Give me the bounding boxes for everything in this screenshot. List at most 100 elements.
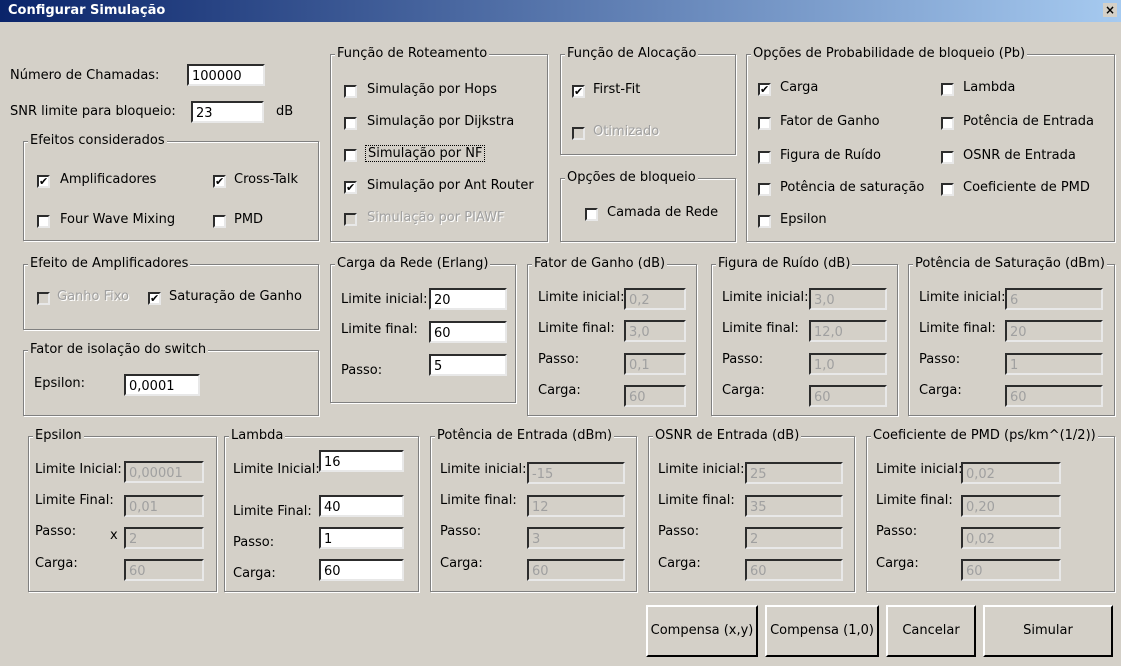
pot-sat-final-input[interactable]: 20	[1005, 320, 1103, 342]
prob-fator-ganho-label: Fator de Ganho	[780, 114, 880, 129]
figura-ruido-l2: Limite final:	[722, 321, 799, 336]
fator-ganho-passo-input[interactable]: 0,1	[624, 353, 686, 375]
snr-label: SNR limite para bloqueio:	[10, 104, 176, 119]
alocacao-title: Função de Alocação	[565, 46, 699, 61]
snr-input[interactable]: 23	[191, 101, 264, 123]
carga-rede-l2: Limite final:	[341, 322, 418, 337]
check-icon: ✔	[150, 292, 160, 305]
first-fit-checkbox[interactable]: ✔	[572, 85, 585, 98]
carga-rede-group: Carga da Rede (Erlang) Limite inicial: 2…	[330, 256, 516, 403]
isolacao-epsilon-input[interactable]: 0,0001	[124, 374, 200, 396]
figura-ruido-final-input[interactable]: 12,0	[809, 320, 887, 342]
osnr-passo-input[interactable]: 2	[745, 527, 843, 549]
close-icon[interactable]: ×	[1103, 3, 1117, 17]
figura-ruido-passo-input[interactable]: 1,0	[809, 353, 887, 375]
pot-sat-carga-input[interactable]: 60	[1005, 385, 1103, 407]
pot-entrada-final-input[interactable]: 12	[527, 495, 625, 517]
otimizado-checkbox	[572, 127, 585, 140]
window-title: Configurar Simulação	[8, 3, 166, 18]
epsilon-final-input[interactable]: 0,01	[124, 495, 204, 517]
lambda-l1: Limite Inicial:	[233, 462, 320, 477]
rot-dijkstra-label: Simulação por Dijkstra	[367, 114, 515, 129]
pmd-checkbox[interactable]	[213, 215, 226, 228]
cross-talk-checkbox[interactable]: ✔	[213, 175, 226, 188]
lambda-final-input[interactable]: 40	[319, 495, 404, 517]
pot-sat-inicial-input[interactable]: 6	[1005, 288, 1103, 310]
prob-title: Opções de Probabilidade de bloqueio (Pb)	[751, 46, 1028, 61]
epsilon-carga-input[interactable]: 60	[124, 559, 204, 581]
pot-entrada-passo-input[interactable]: 3	[527, 527, 625, 549]
camada-checkbox[interactable]	[585, 208, 598, 221]
efeitos-group: Efeitos considerados ✔ Amplificadores ✔ …	[23, 133, 319, 241]
cross-talk-label: Cross-Talk	[234, 172, 299, 187]
cancelar-button[interactable]: Cancelar	[886, 605, 976, 657]
camada-label: Camada de Rede	[607, 205, 719, 220]
saturacao-checkbox[interactable]: ✔	[148, 292, 161, 305]
amplificadores-checkbox[interactable]: ✔	[37, 175, 50, 188]
epsilon-inicial-input[interactable]: 0,00001	[124, 461, 204, 483]
osnr-l2: Limite final:	[658, 493, 735, 508]
carga-rede-inicial-input[interactable]: 20	[429, 288, 507, 310]
pot-entrada-inicial-input[interactable]: -15	[527, 462, 625, 484]
osnr-final-input[interactable]: 35	[745, 495, 843, 517]
carga-rede-final-input[interactable]: 60	[429, 321, 507, 343]
prob-pmd-checkbox[interactable]	[941, 183, 954, 196]
compensa-xy-button[interactable]: Compensa (x,y)	[646, 605, 758, 657]
rot-dijkstra-checkbox[interactable]	[344, 117, 357, 130]
four-wave-checkbox[interactable]	[37, 215, 50, 228]
carga-rede-l3: Passo:	[341, 363, 383, 378]
osnr-carga-input[interactable]: 60	[745, 559, 843, 581]
prob-carga-checkbox[interactable]: ✔	[758, 83, 771, 96]
pot-sat-l4: Carga:	[919, 383, 962, 398]
pmd-coef-l3: Passo:	[876, 524, 918, 539]
isolacao-label: Epsilon:	[34, 376, 86, 391]
pmd-coef-final-input[interactable]: 0,20	[961, 495, 1061, 517]
simular-button[interactable]: Simular	[983, 605, 1113, 657]
figura-ruido-inicial-input[interactable]: 3,0	[809, 288, 887, 310]
osnr-l4: Carga:	[658, 556, 701, 571]
rot-ant-checkbox[interactable]: ✔	[344, 181, 357, 194]
num-chamadas-input[interactable]: 100000	[187, 64, 265, 86]
prob-fator-ganho-checkbox[interactable]	[758, 117, 771, 130]
pot-entrada-group: Potência de Entrada (dBm) Limite inicial…	[430, 428, 637, 592]
prob-pmd-label: Coeficiente de PMD	[963, 180, 1090, 195]
prob-lambda-checkbox[interactable]	[941, 83, 954, 96]
figura-ruido-l4: Carga:	[722, 383, 765, 398]
prob-pot-entrada-checkbox[interactable]	[941, 117, 954, 130]
pot-sat-group: Potência de Saturação (dBm) Limite inici…	[908, 256, 1115, 416]
rot-nf-checkbox[interactable]	[344, 149, 357, 162]
pot-sat-l1: Limite inicial:	[919, 290, 1006, 305]
figura-ruido-carga-input[interactable]: 60	[809, 385, 887, 407]
lambda-carga-input[interactable]: 60	[319, 559, 404, 581]
lambda-inicial-input[interactable]: 16	[319, 450, 404, 472]
prob-epsilon-label: Epsilon	[780, 212, 827, 227]
lambda-l4: Carga:	[233, 566, 276, 581]
carga-rede-passo-input[interactable]: 5	[429, 354, 507, 376]
pmd-coef-carga-input[interactable]: 60	[961, 559, 1061, 581]
amp-group: Efeito de Amplificadores Ganho Fixo ✔ Sa…	[23, 256, 319, 330]
prob-group: Opções de Probabilidade de bloqueio (Pb)…	[746, 46, 1115, 242]
rot-hops-checkbox[interactable]	[344, 85, 357, 98]
check-icon: ✔	[760, 83, 770, 96]
prob-carga-label: Carga	[780, 80, 819, 95]
epsilon-passo-input[interactable]: 2	[124, 527, 204, 549]
bloqueio-group: Opções de bloqueio Camada de Rede	[560, 170, 736, 242]
lambda-passo-input[interactable]: 1	[319, 527, 404, 549]
pot-sat-l3: Passo:	[919, 352, 961, 367]
check-icon: ✔	[346, 181, 356, 194]
pot-entrada-l2: Limite final:	[440, 493, 517, 508]
rot-ant-label: Simulação por Ant Router	[367, 178, 534, 193]
fator-ganho-carga-input[interactable]: 60	[624, 385, 686, 407]
prob-epsilon-checkbox[interactable]	[758, 215, 771, 228]
pmd-coef-passo-input[interactable]: 0,02	[961, 527, 1061, 549]
prob-figura-ruido-checkbox[interactable]	[758, 151, 771, 164]
pmd-coef-inicial-input[interactable]: 0,02	[961, 462, 1061, 484]
osnr-inicial-input[interactable]: 25	[745, 462, 843, 484]
prob-osnr-checkbox[interactable]	[941, 151, 954, 164]
pot-sat-passo-input[interactable]: 1	[1005, 353, 1103, 375]
fator-ganho-final-input[interactable]: 3,0	[624, 320, 686, 342]
compensa-10-button[interactable]: Compensa (1,0)	[765, 605, 879, 657]
prob-pot-sat-checkbox[interactable]	[758, 183, 771, 196]
fator-ganho-inicial-input[interactable]: 0,2	[624, 288, 686, 310]
pot-entrada-carga-input[interactable]: 60	[527, 559, 625, 581]
